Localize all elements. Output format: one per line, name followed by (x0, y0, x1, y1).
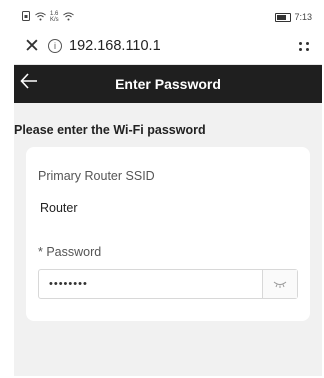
close-icon[interactable]: ✕ (24, 35, 48, 58)
back-arrow-icon[interactable] (20, 70, 38, 98)
status-right: 7:13 (275, 12, 312, 22)
wifi-icon (62, 12, 74, 23)
status-time: 7:13 (294, 12, 312, 22)
info-icon[interactable]: i (48, 39, 62, 53)
battery-icon (275, 12, 292, 22)
wifi-icon (35, 12, 46, 23)
more-menu-icon[interactable] (299, 41, 310, 51)
phone-screen: 1.6 K/s 7:13 ✕ i 192.168.110.1 Enter Pass… (14, 6, 322, 376)
password-label: * Password (38, 245, 102, 259)
status-icons: 1.6 K/s (22, 11, 74, 23)
wifi-password-prompt: Please enter the Wi-Fi password (14, 123, 206, 137)
password-card: Primary Router SSID Router * Password (26, 147, 310, 321)
page-title: Enter Password (115, 76, 221, 92)
url-text[interactable]: 192.168.110.1 (69, 38, 299, 54)
main-content: Please enter the Wi-Fi password Primary … (14, 103, 322, 376)
ssid-label: Primary Router SSID (38, 169, 155, 183)
password-field (38, 269, 298, 299)
password-input[interactable] (39, 270, 262, 298)
ssid-value: Router (40, 201, 78, 215)
eye-closed-icon (273, 275, 287, 293)
sim-icon (22, 11, 31, 23)
show-password-toggle[interactable] (262, 270, 297, 298)
status-bar: 1.6 K/s 7:13 (14, 6, 322, 28)
browser-address-bar: ✕ i 192.168.110.1 (14, 28, 322, 65)
app-header: Enter Password (14, 65, 322, 103)
data-speed-icon: 1.6 K/s (50, 11, 59, 23)
